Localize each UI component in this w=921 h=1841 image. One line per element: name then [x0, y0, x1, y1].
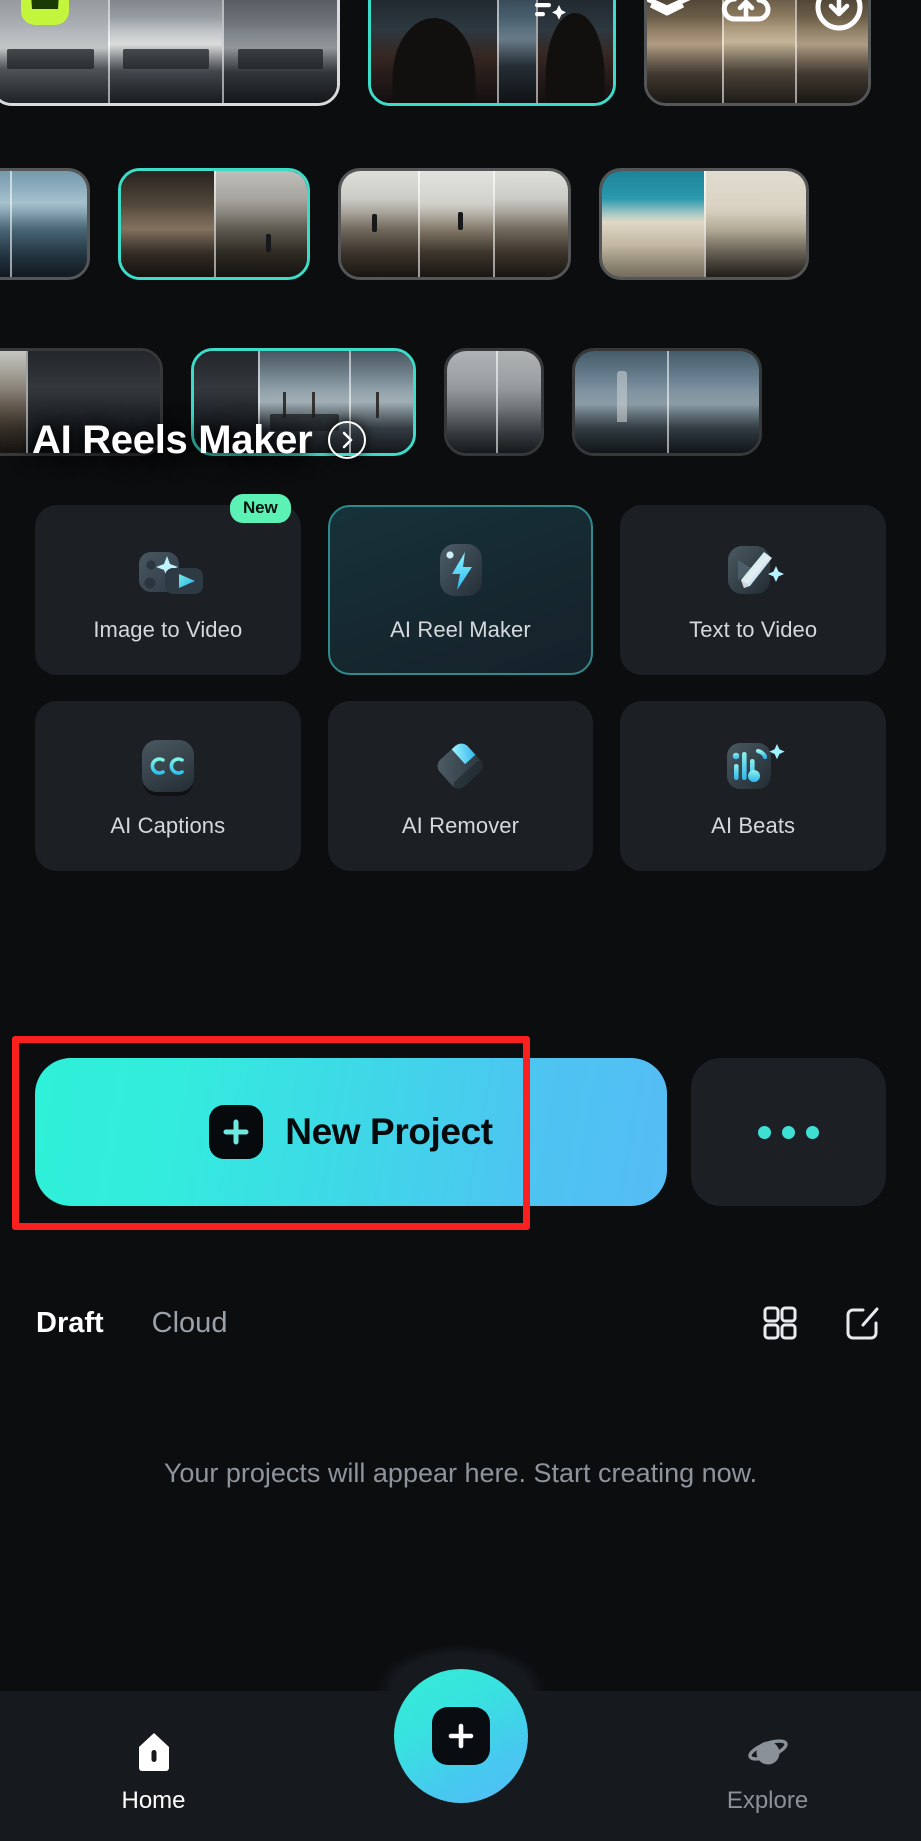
planet-icon [745, 1729, 791, 1775]
crown-icon [21, 0, 69, 25]
new-project-row: New Project [35, 1058, 886, 1206]
nav-label: Home [121, 1787, 186, 1814]
new-project-button[interactable]: New Project [35, 1058, 667, 1206]
image-to-video-icon [129, 537, 207, 603]
new-project-label: New Project [285, 1111, 493, 1152]
nav-item-home[interactable]: Home [0, 1691, 307, 1841]
reel-card-person-selected[interactable] [368, 0, 616, 106]
graduation-cap-icon [647, 0, 697, 31]
reel-card-beach-selected[interactable] [118, 168, 310, 280]
reel-card-white[interactable] [599, 168, 809, 280]
tool-label: AI Beats [711, 813, 796, 838]
ai-tools-grid: New Image to Video AI Reel Maker Text to… [35, 494, 886, 871]
tool-label: AI Captions [110, 813, 226, 838]
page-title: AI Reels Maker [32, 418, 313, 462]
reel-card-gray[interactable] [444, 348, 544, 456]
projects-tab-bar: Draft Cloud [36, 1300, 885, 1346]
pencil-play-icon [714, 537, 792, 603]
music-beats-icon [714, 733, 792, 799]
cloud-upload-icon [719, 0, 773, 29]
nav-label: Explore [726, 1787, 809, 1814]
app-screen: AI Reels Maker New Image to Video AI Ree… [0, 0, 921, 1841]
tool-card-ai-reel-maker[interactable]: AI Reel Maker [327, 505, 594, 675]
tool-label: AI Reel Maker [390, 617, 531, 642]
nav-item-explore[interactable]: Explore [614, 1691, 921, 1841]
home-icon [134, 1729, 174, 1775]
tab-cloud[interactable]: Cloud [152, 1307, 228, 1340]
carousel-row-1[interactable] [0, 0, 871, 106]
reel-card-sea[interactable] [0, 168, 90, 280]
closed-captions-icon [129, 733, 207, 799]
reel-card-bridge[interactable] [572, 348, 762, 456]
plus-icon [209, 1105, 264, 1159]
chevron-right-circle-icon[interactable] [328, 421, 367, 459]
empty-state-message: Your projects will appear here. Start cr… [163, 1458, 758, 1488]
create-fab-button[interactable] [393, 1669, 528, 1803]
lightning-bolt-icon [421, 537, 499, 603]
section-header-ai-reels-maker[interactable]: AI Reels Maker [32, 418, 367, 462]
tab-draft[interactable]: Draft [36, 1307, 104, 1340]
list-sparkle-icon [529, 0, 569, 27]
more-horizontal-icon [782, 1125, 795, 1139]
reel-card-market[interactable] [644, 0, 871, 106]
reel-card-wall[interactable] [338, 168, 571, 280]
more-horizontal-icon [758, 1125, 771, 1139]
new-badge: New [230, 494, 291, 523]
tool-card-ai-remover[interactable]: AI Remover [327, 701, 594, 871]
plus-icon [431, 1707, 490, 1765]
tool-label: Text to Video [689, 617, 818, 642]
more-horizontal-icon [806, 1125, 819, 1139]
eraser-icon [421, 733, 499, 799]
tool-label: AI Remover [401, 813, 520, 838]
bottom-navigation: Home Explore [0, 1669, 921, 1841]
more-options-button[interactable] [691, 1058, 886, 1206]
reel-card-ferry[interactable] [0, 0, 340, 106]
tool-card-ai-captions[interactable]: AI Captions [35, 701, 301, 871]
edit-square-icon[interactable] [839, 1300, 885, 1346]
carousel-row-2[interactable] [0, 168, 809, 280]
tool-card-ai-beats[interactable]: AI Beats [620, 701, 886, 871]
tool-label: Image to Video [93, 617, 243, 642]
tool-card-image-to-video[interactable]: New Image to Video [35, 494, 301, 675]
tool-card-text-to-video[interactable]: Text to Video [620, 505, 886, 675]
download-circle-icon [813, 0, 865, 33]
grid-view-icon[interactable] [757, 1300, 803, 1346]
